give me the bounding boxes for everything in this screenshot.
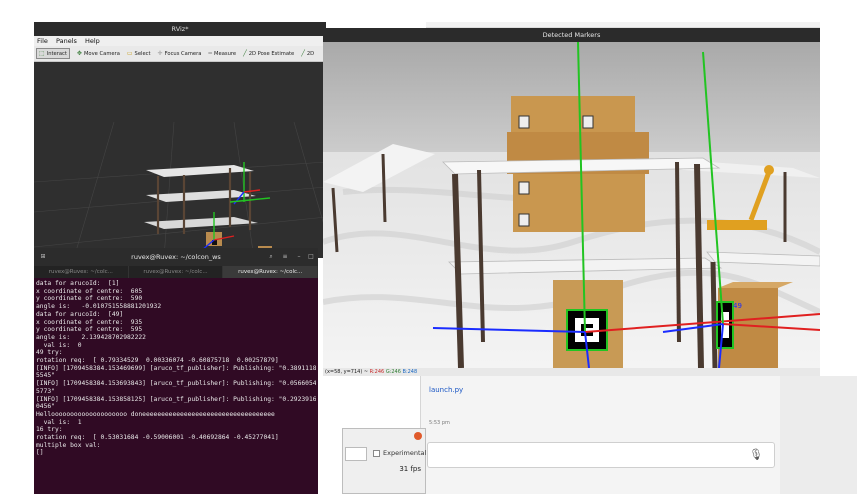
terminal-line: x coordinate of centre: 935 [36,318,143,326]
interact-tool-button[interactable]: ⬚ Interact [36,48,70,59]
move-camera-tool-button[interactable]: ✥ Move Camera [77,50,120,57]
fps-readout: 31 fps [399,465,421,473]
terminal-line: y coordinate of centre: 590 [36,295,143,303]
terminal-line: 49 try: [36,349,63,357]
terminal-line: y coordinate of centre: 595 [36,326,143,334]
detected-markers-titlebar[interactable]: Detected Markers [323,28,820,42]
rviz-3d-viewport[interactable] [34,62,326,258]
message-time: 5:53 pm [429,420,450,426]
shelf-model [144,165,272,256]
terminal-line: data for arucoId: [49] [36,310,124,318]
experimental-checkbox[interactable] [373,450,380,457]
terminal-window: ⊞ ruvex@Ruvex: ~/colcon_ws ⌕ ≡ – □ ruvex… [34,248,319,494]
terminal-line: angle is: -0.010751558881201932 [36,303,162,311]
terminal-line: Helloooooooooooooooooooo doneeeeeeeeeeee… [36,410,275,418]
terminal-line: data for arucoId: [1] [36,280,120,287]
terminal-line: [INFO] [1709458384.153693843] [aruco_tf_… [36,380,316,388]
marker-id-label: 49 [733,302,742,310]
terminal-line: [] [36,449,44,457]
terminal-tab-2[interactable]: ruvex@Ruvex: ~/colc... [129,266,224,278]
terminal-line: val is: 1 [36,418,82,426]
warehouse-scene: 49 [323,42,820,368]
terminal-titlebar[interactable]: ⊞ ruvex@Ruvex: ~/colcon_ws ⌕ ≡ – □ [34,248,318,266]
minimize-icon[interactable]: – [294,252,304,262]
terminal-line: angle is: 2.139428702982222 [36,333,146,341]
terminal-tabs: ruvex@Ruvex: ~/colc... ruvex@Ruvex: ~/co… [34,266,319,278]
terminal-title: ruvex@Ruvex: ~/colcon_ws [131,253,221,261]
ruler-icon: ═ [208,50,213,57]
terminal-line: [INFO] [1709458384.153469699] [aruco_tf_… [36,364,316,372]
close-icon[interactable] [414,432,422,440]
rviz-window: RViz* File Panels Help ⬚ Interact ✥ Move C… [34,22,326,258]
menu-panels[interactable]: Panels [56,37,77,45]
status-bar: (x=58, y=714) ~ R:246 G:246 B:248 [323,368,820,376]
terminal-line: 16 try: [36,426,63,434]
arrow-icon: ╱ [243,50,247,57]
status-coordinates: (x=58, y=714) ~ [325,369,369,375]
status-green: G:246 [385,369,401,375]
rviz-menubar: File Panels Help [34,36,326,46]
rviz-toolbar: ⬚ Interact ✥ Move Camera ▭ Select ✛ Focus Ca… [34,46,326,62]
terminal-line: 5773" [36,387,55,395]
arrow-icon: ╱ [301,50,305,57]
status-blue: B:248 [402,369,418,375]
terminal-line: [INFO] [1709458384.153858125] [aruco_tf_… [36,395,316,403]
terminal-line: val is: 0 [36,341,82,349]
move-icon: ✥ [76,50,82,57]
status-red: R:246 [369,369,385,375]
terminal-line: rotation req: [ 0.79334529 0.00336074 -0… [36,357,279,365]
terminal-line: rotation req: [ 0.53031684 -0.59006001 -… [36,434,279,442]
rviz-titlebar[interactable]: RViz* [34,22,326,36]
select-icon: ▭ [126,50,133,57]
cursor-icon: ⬚ [39,50,45,57]
focus-icon: ✛ [157,50,163,57]
menu-icon[interactable]: ≡ [280,252,290,262]
focus-camera-tool-button[interactable]: ✛ Focus Camera [158,50,202,57]
background-chat-app: launch.py 5:53 pm 🎙 [420,376,857,494]
camera-view[interactable]: 49 [323,42,820,368]
menu-help[interactable]: Help [85,37,100,45]
search-icon[interactable]: ⌕ [266,252,276,262]
maximize-icon[interactable]: □ [306,252,316,262]
menu-file[interactable]: File [37,37,48,45]
terminal-tab-1[interactable]: ruvex@Ruvex: ~/colc... [34,266,129,278]
terminal-line: 5545" [36,372,55,380]
message-input[interactable] [427,442,775,468]
microphone-icon[interactable]: 🎙 [749,448,763,461]
file-link[interactable]: launch.py [429,386,463,394]
pose-estimate-tool-button[interactable]: ╱ 2D Pose Estimate [243,50,294,57]
experimental-label: Experimental [383,449,427,457]
desktop: launch.py 5:53 pm 🎙 Experimental 31 fps … [0,0,857,494]
detected-markers-window: Detected Markers 49 (x=58, y=714) ~ R:24… [323,28,820,376]
terminal-line: x coordinate of centre: 605 [36,287,143,295]
terminal-line: multiple box val: [36,441,101,449]
terminal-output[interactable]: data for arucoId: [1] x coordinate of cen… [36,280,316,457]
grid [34,121,326,258]
select-tool-button[interactable]: ▭ Select [127,50,151,57]
terminal-line: 0456" [36,403,55,411]
measure-tool-button[interactable]: ═ Measure [208,50,236,57]
new-tab-icon[interactable]: ⊞ [38,252,48,262]
nav-goal-tool-button[interactable]: ╱ 2D [301,50,314,57]
rviz-scene [34,121,326,258]
terminal-tab-3[interactable]: ruvex@Ruvex: ~/colc... [223,266,319,278]
value-field[interactable] [345,447,367,461]
chat-pane: launch.py 5:53 pm 🎙 [420,376,780,494]
gazebo-control-dialog: Experimental 31 fps [342,428,426,494]
